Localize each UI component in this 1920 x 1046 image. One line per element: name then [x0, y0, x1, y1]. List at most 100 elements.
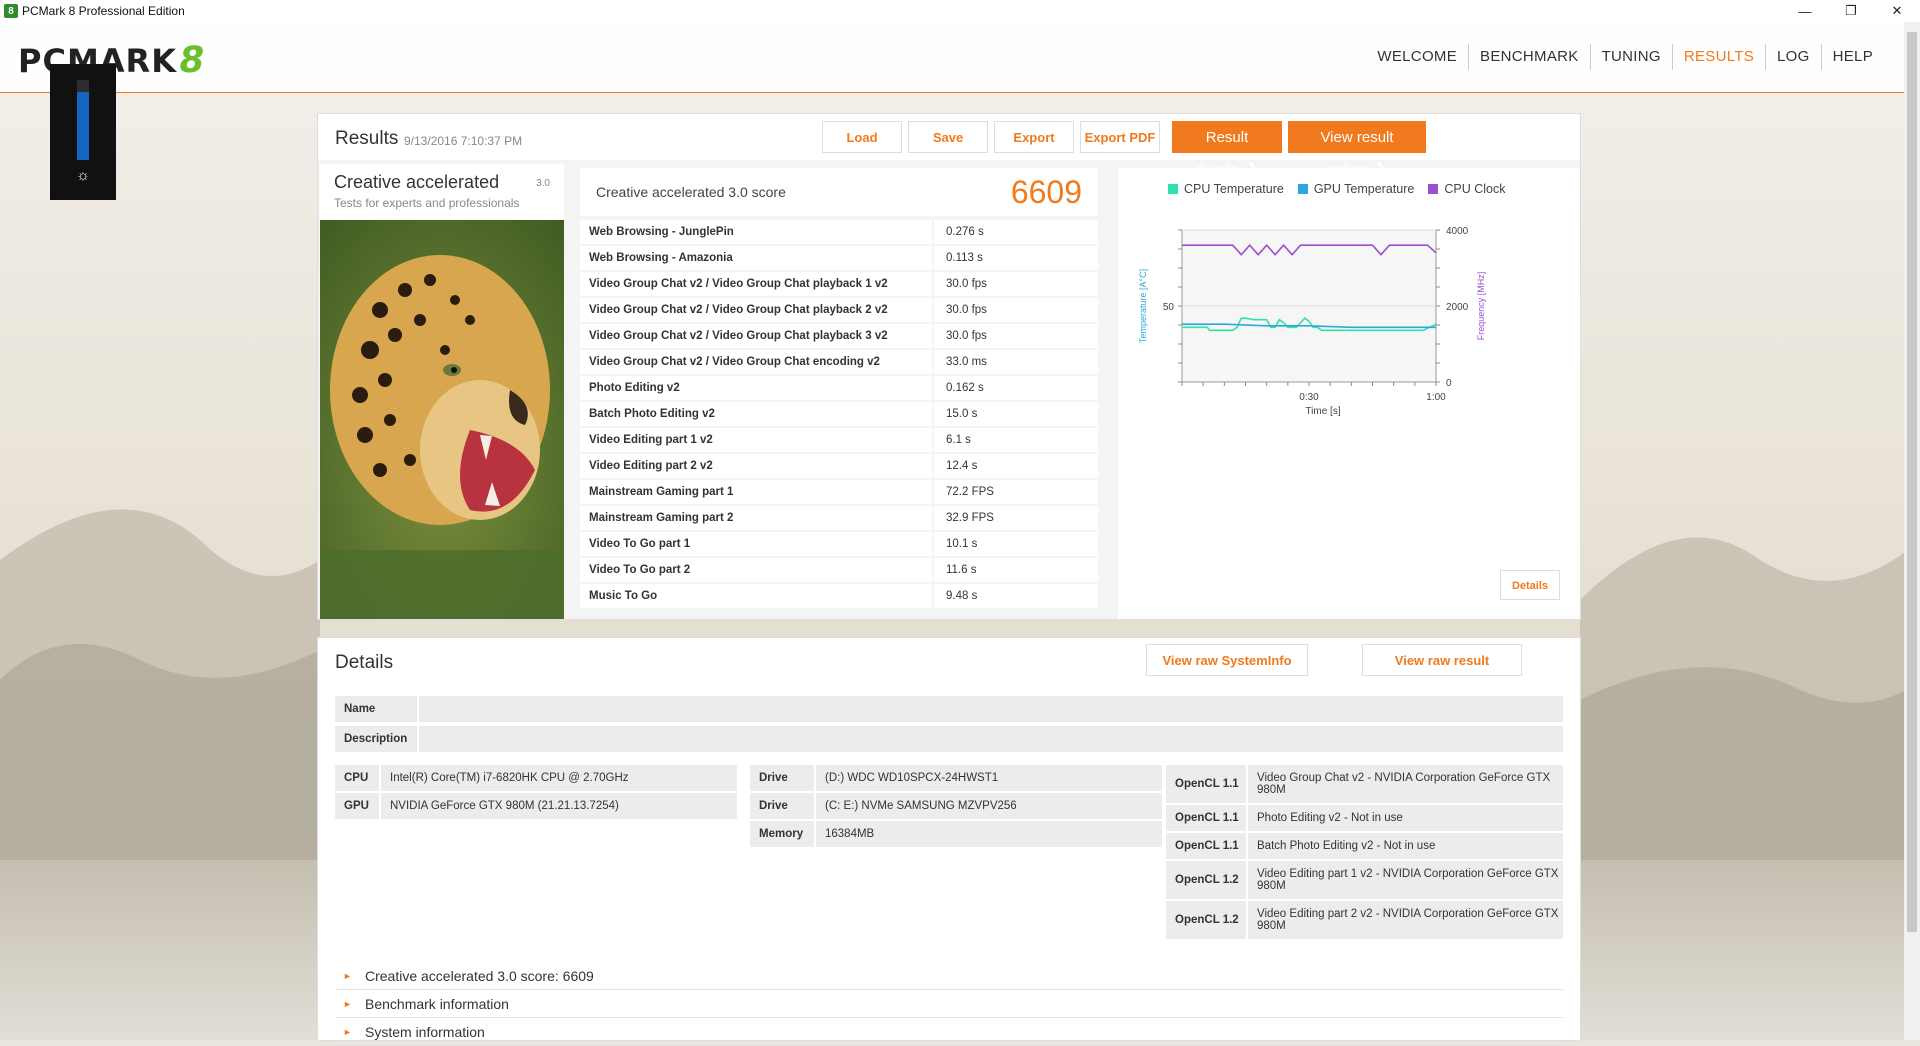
nav-benchmark[interactable]: BENCHMARK: [1468, 44, 1590, 70]
scrollbar-thumb[interactable]: [1907, 32, 1917, 932]
opencl-usage: Video Editing part 2 v2 - NVIDIA Corpora…: [1248, 901, 1563, 939]
results-panel: Results 9/13/2016 7:10:37 PM Load Save E…: [318, 114, 1580, 619]
app-icon: 8: [4, 4, 18, 18]
nav-welcome[interactable]: WELCOME: [1366, 44, 1468, 70]
subtest-name: Web Browsing - JunglePin: [580, 220, 932, 244]
opencl-row: OpenCL 1.2 Video Editing part 1 v2 - NVID…: [1166, 861, 1563, 899]
subtest-value: 0.162 s: [934, 376, 1098, 400]
name-row: Name: [335, 696, 1563, 722]
view-raw-result-button[interactable]: View raw result: [1362, 644, 1522, 676]
subtest-value: 9.48 s: [934, 584, 1098, 608]
name-label: Name: [335, 696, 417, 722]
subtest-row: Mainstream Gaming part 1 72.2 FPS: [580, 480, 1098, 504]
subtest-value: 30.0 fps: [934, 324, 1098, 348]
subtest-row: Web Browsing - Amazonia 0.113 s: [580, 246, 1098, 270]
legend-swatch: [1297, 184, 1308, 194]
brightness-track[interactable]: [77, 80, 89, 160]
maximize-button[interactable]: ❐: [1828, 0, 1874, 22]
subtest-row: Video Group Chat v2 / Video Group Chat e…: [580, 350, 1098, 374]
expand-arrow-icon: ►: [343, 1027, 352, 1037]
description-label: Description: [335, 726, 417, 752]
export-pdf-button[interactable]: Export PDF: [1080, 121, 1160, 153]
subtest-name: Music To Go: [580, 584, 932, 608]
legend-cpu-clock[interactable]: CPU Clock: [1428, 182, 1505, 196]
y-left-tick-label: 50: [1163, 302, 1175, 313]
chart-legend: CPU Temperature GPU Temperature CPU Cloc…: [1168, 182, 1519, 196]
subtest-value: 6.1 s: [934, 428, 1098, 452]
subtest-row: Music To Go 9.48 s: [580, 584, 1098, 608]
drive-value: (C: E:) NVMe SAMSUNG MZVPV256: [816, 793, 1162, 819]
main-nav: WELCOME BENCHMARK TUNING RESULTS LOG HELP: [1366, 44, 1884, 70]
subtest-row: Video Group Chat v2 / Video Group Chat p…: [580, 324, 1098, 348]
subtest-value: 32.9 FPS: [934, 506, 1098, 530]
sun-icon: ☼: [76, 167, 90, 184]
export-button[interactable]: Export: [994, 121, 1074, 153]
view-raw-systeminfo-button[interactable]: View raw SystemInfo: [1146, 644, 1308, 676]
subtest-name: Video To Go part 2: [580, 558, 932, 582]
subtest-row: Video Editing part 2 v2 12.4 s: [580, 454, 1098, 478]
subtest-value: 11.6 s: [934, 558, 1098, 582]
vertical-scrollbar[interactable]: [1904, 22, 1920, 1040]
nav-results[interactable]: RESULTS: [1671, 44, 1765, 70]
section-toggle[interactable]: ► Benchmark information: [335, 991, 1563, 1018]
subtest-value: 10.1 s: [934, 532, 1098, 556]
results-title: Results: [335, 128, 399, 149]
save-button[interactable]: Save: [908, 121, 988, 153]
results-header: Results 9/13/2016 7:10:37 PM Load Save E…: [318, 114, 1580, 178]
opencl-row: OpenCL 1.2 Video Editing part 2 v2 - NVID…: [1166, 901, 1563, 939]
subtest-name: Video Group Chat v2 / Video Group Chat p…: [580, 324, 932, 348]
legend-swatch: [1168, 184, 1178, 194]
subtest-value: 72.2 FPS: [934, 480, 1098, 504]
y-right-tick-label: 0: [1446, 378, 1452, 389]
load-button[interactable]: Load: [822, 121, 902, 153]
window-title: PCMark 8 Professional Edition: [22, 4, 185, 18]
subtest-name: Mainstream Gaming part 1: [580, 480, 932, 504]
section-label: Creative accelerated 3.0 score: 6609: [365, 968, 594, 984]
gpu-value: NVIDIA GeForce GTX 980M (21.21.13.7254): [381, 793, 737, 819]
close-button[interactable]: ✕: [1874, 0, 1920, 22]
opencl-row: OpenCL 1.1 Video Group Chat v2 - NVIDIA C…: [1166, 765, 1563, 803]
subtest-value: 12.4 s: [934, 454, 1098, 478]
subtest-row: Video To Go part 2 11.6 s: [580, 558, 1098, 582]
leopard-image: [320, 220, 564, 619]
nav-help[interactable]: HELP: [1820, 44, 1884, 70]
results-date: 9/13/2016 7:10:37 PM: [404, 134, 523, 148]
nav-log[interactable]: LOG: [1765, 44, 1821, 70]
app-header: PCMARK8 WELCOME BENCHMARK TUNING RESULTS LOG…: [0, 22, 1904, 93]
details-panel: Details View raw SystemInfo View raw res…: [318, 638, 1580, 1046]
section-label: System information: [365, 1024, 485, 1040]
subtest-name: Video Group Chat v2 / Video Group Chat e…: [580, 350, 932, 374]
subtest-row: Video Group Chat v2 / Video Group Chat p…: [580, 298, 1098, 322]
subtest-name: Video Group Chat v2 / Video Group Chat p…: [580, 272, 932, 296]
y-right-axis-label: Frequency [MHz]: [1476, 272, 1486, 341]
subtest-name: Video To Go part 1: [580, 532, 932, 556]
section-label: Benchmark information: [365, 996, 509, 1012]
opencl-version: OpenCL 1.1: [1166, 833, 1246, 859]
subtest-name: Web Browsing - Amazonia: [580, 246, 932, 270]
drive-value: (D:) WDC WD10SPCX-24HWST1: [816, 765, 1162, 791]
opencl-usage: Batch Photo Editing v2 - Not in use: [1248, 833, 1563, 859]
legend-gpu-temperature[interactable]: GPU Temperature: [1297, 182, 1414, 196]
drive-row: Drive (C: E:) NVMe SAMSUNG MZVPV256: [750, 793, 1162, 819]
description-row: Description: [335, 726, 1563, 752]
section-toggle[interactable]: ► Creative accelerated 3.0 score: 6609: [335, 963, 1563, 990]
subtest-name: Video Group Chat v2 / Video Group Chat p…: [580, 298, 932, 322]
view-result-online-button[interactable]: View result online❯: [1288, 121, 1426, 178]
chart-details-button[interactable]: Details: [1500, 570, 1560, 600]
brightness-overlay[interactable]: ☼: [50, 64, 116, 200]
legend-swatch: [1428, 184, 1439, 194]
details-title: Details: [335, 652, 394, 673]
subtest-name: Photo Editing v2: [580, 376, 932, 400]
subtest-name: Mainstream Gaming part 2: [580, 506, 932, 530]
name-value: [419, 696, 1563, 722]
nav-tuning[interactable]: TUNING: [1589, 44, 1672, 70]
section-toggle[interactable]: ► System information: [335, 1019, 1563, 1046]
subtest-name: Video Editing part 2 v2: [580, 454, 932, 478]
legend-cpu-temperature[interactable]: CPU Temperature: [1168, 182, 1284, 196]
minimize-button[interactable]: —: [1782, 0, 1828, 22]
x-tick-label: 0:30: [1299, 392, 1319, 403]
score-box: Creative accelerated 3.0 score 6609: [580, 168, 1098, 216]
chart-plot: 50 4000 2000 0 0:30 1:00 Time [s] Temperature […: [1138, 226, 1486, 417]
result-details-button[interactable]: Result details❯: [1172, 121, 1282, 178]
y-left-axis-label: Temperature [A°C]: [1138, 269, 1148, 343]
